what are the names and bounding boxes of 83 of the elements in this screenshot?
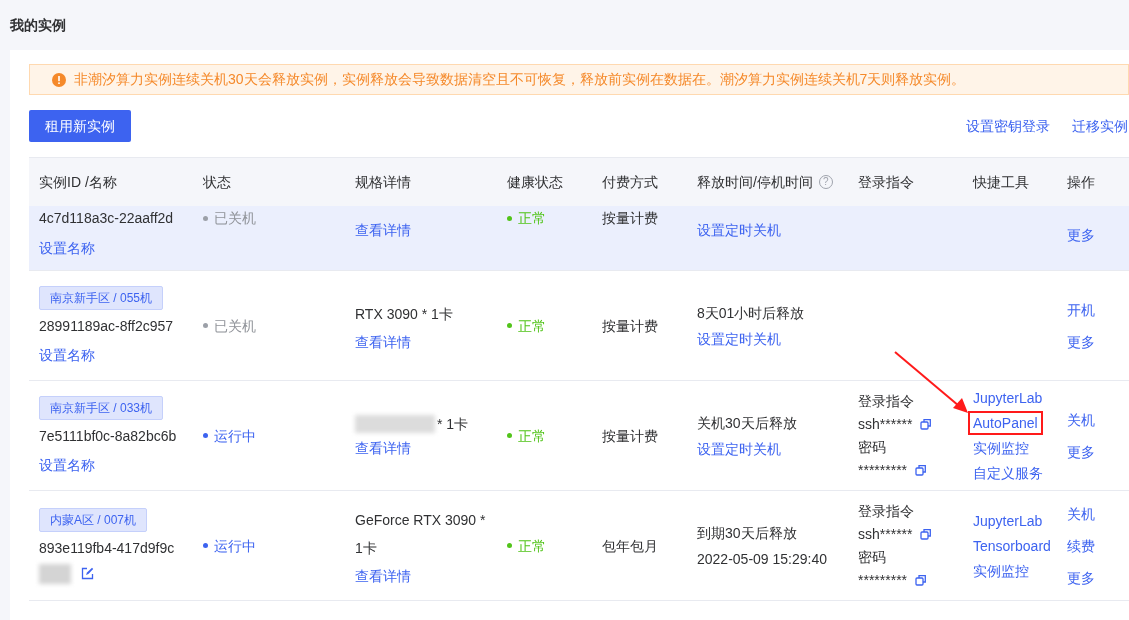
- instance-id: 893e119fb4-417d9f9c: [39, 538, 175, 558]
- edit-icon[interactable]: [81, 567, 94, 580]
- page-title: 我的实例: [10, 15, 66, 35]
- tool-link[interactable]: JupyterLab: [968, 386, 1048, 410]
- set-name-link[interactable]: 设置名称: [39, 238, 95, 259]
- toolbar-link[interactable]: 迁移实例: [1072, 115, 1128, 137]
- action-link[interactable]: 关机: [1067, 409, 1129, 430]
- tool-link[interactable]: 实例监控: [968, 558, 1034, 583]
- instance-id: 28991189ac-8ff2c957: [39, 317, 174, 336]
- action-link[interactable]: 关机: [1067, 503, 1129, 524]
- release-text: 8天01小时后释放: [697, 303, 806, 323]
- password-text: *********: [858, 571, 908, 590]
- health-text: 正常: [518, 426, 546, 446]
- action-link[interactable]: 开机: [1067, 299, 1129, 320]
- table-row[interactable]: 内蒙A区 / 007机 893e119fb4-417d9f9c 运行中 GeForce RTX 3090 * 1卡 查看详情 正常 包年包月 到期30天后释放 2022-05-09 15:29:40 登录指令 ssh****** 密码 ********* JupyterLab Tensorboard 实例监控 关机 续费 更多: [29, 491, 1129, 601]
- tool-link[interactable]: Tensorboard: [968, 533, 1056, 558]
- password-text: *********: [858, 461, 908, 480]
- billing-text: 包年包月: [602, 536, 659, 556]
- scheduled-shutdown-link[interactable]: 设置定时关机: [697, 328, 848, 349]
- login-label: 登录指令: [858, 392, 915, 411]
- spec-text: GeForce RTX 3090 * 1卡: [355, 510, 487, 558]
- notice-text: 非潮汐算力实例连续关机30天会释放实例，实例释放会导致数据清空且不可恢复，释放前实例在数据在。潮汐算力实例连续关机7天则释放实例。: [74, 70, 966, 89]
- instance-id: 4c7d118a3c-22aaff2d: [39, 209, 174, 228]
- scheduled-shutdown-link[interactable]: 设置定时关机: [697, 438, 848, 459]
- rent-instance-button[interactable]: 租用新实例: [29, 110, 131, 142]
- column-header: 健康状态: [507, 172, 563, 192]
- view-details-link[interactable]: 查看详情: [355, 220, 497, 241]
- tool-link[interactable]: 自定义服务: [968, 461, 1048, 485]
- instance-id: 7e5111bf0c-8a82bc6b: [39, 427, 177, 446]
- action-link[interactable]: 更多: [1067, 441, 1129, 462]
- column-header: 释放时间/停机时间: [697, 172, 813, 192]
- table-row[interactable]: 南京新手区 / 033机 7e5111bf0c-8a82bc6b 设置名称 运行中 * 1卡 查看详情 正常 按量计费 关机30天后释放 设置定时关机 登录指令 ssh****** 密码 ********* JupyterLab AutoPanel 实例监控 自定义服务 关机 更多: [29, 381, 1129, 491]
- column-header: 付费方式: [602, 172, 658, 192]
- login-label: 登录指令: [858, 502, 915, 521]
- column-header: 快捷工具: [973, 172, 1029, 192]
- column-header: 实例ID /名称: [39, 172, 117, 192]
- table-row[interactable]: 南京新手区 / 055机 28991189ac-8ff2c957 设置名称 已关机 RTX 3090 * 1卡 查看详情 正常 按量计费 8天01小时后释放 设置定时关机 开机 更多: [29, 271, 1129, 381]
- release-time: 2022-05-09 15:29:40: [697, 549, 828, 569]
- tool-link[interactable]: JupyterLab: [968, 508, 1048, 533]
- spec-text: RTX 3090 * 1卡: [355, 304, 454, 324]
- view-details-link[interactable]: 查看详情: [355, 565, 497, 586]
- column-header: 操作: [1067, 172, 1095, 192]
- view-details-link[interactable]: 查看详情: [355, 437, 497, 458]
- copy-icon[interactable]: [920, 418, 933, 430]
- billing-text: 按量计费: [602, 426, 659, 446]
- action-link[interactable]: 续费: [1067, 535, 1129, 556]
- release-text: 到期30天后释放: [697, 523, 798, 543]
- scheduled-shutdown-link[interactable]: 设置定时关机: [697, 220, 848, 241]
- view-details-link[interactable]: 查看详情: [355, 331, 497, 352]
- password-label: 密码: [858, 438, 887, 457]
- action-link[interactable]: 更多: [1067, 567, 1129, 588]
- toolbar-link[interactable]: 设置密钥登录: [966, 115, 1050, 137]
- ssh-command: ssh******: [858, 415, 913, 434]
- billing-text: 按量计费: [602, 209, 659, 228]
- release-text: 关机30天后释放: [697, 413, 798, 433]
- tool-link[interactable]: 实例监控: [968, 436, 1034, 460]
- column-header: 规格详情: [355, 172, 411, 192]
- health-text: 正常: [518, 209, 546, 228]
- table-row[interactable]: 4c7d118a3c-22aaff2d 设置名称 已关机 查看详情 正常 按量计费 设置定时关机 更多: [29, 206, 1129, 271]
- warning-icon: [52, 72, 66, 87]
- copy-icon[interactable]: [915, 464, 928, 476]
- status-text: 已关机: [214, 209, 256, 228]
- status-text: 运行中: [214, 536, 256, 556]
- column-header: 状态: [203, 172, 231, 192]
- spec-text: * 1卡: [437, 414, 469, 434]
- action-link[interactable]: 更多: [1067, 331, 1129, 352]
- set-name-link[interactable]: 设置名称: [39, 345, 95, 365]
- set-name-link[interactable]: 设置名称: [39, 455, 95, 475]
- copy-icon[interactable]: [915, 574, 928, 586]
- column-header: 登录指令: [858, 172, 914, 192]
- health-text: 正常: [518, 316, 546, 336]
- action-link[interactable]: 更多: [1067, 225, 1129, 246]
- tool-link[interactable]: AutoPanel: [968, 411, 1043, 435]
- billing-text: 按量计费: [602, 316, 659, 336]
- ssh-command: ssh******: [858, 525, 913, 544]
- zone-tag: 南京新手区 / 033机: [39, 396, 164, 420]
- password-label: 密码: [858, 548, 887, 567]
- health-text: 正常: [518, 536, 546, 556]
- zone-tag: 南京新手区 / 055机: [39, 286, 164, 310]
- copy-icon[interactable]: [920, 528, 933, 540]
- zone-tag: 内蒙A区 / 007机: [39, 507, 148, 532]
- status-text: 已关机: [214, 316, 256, 336]
- status-text: 运行中: [214, 426, 256, 446]
